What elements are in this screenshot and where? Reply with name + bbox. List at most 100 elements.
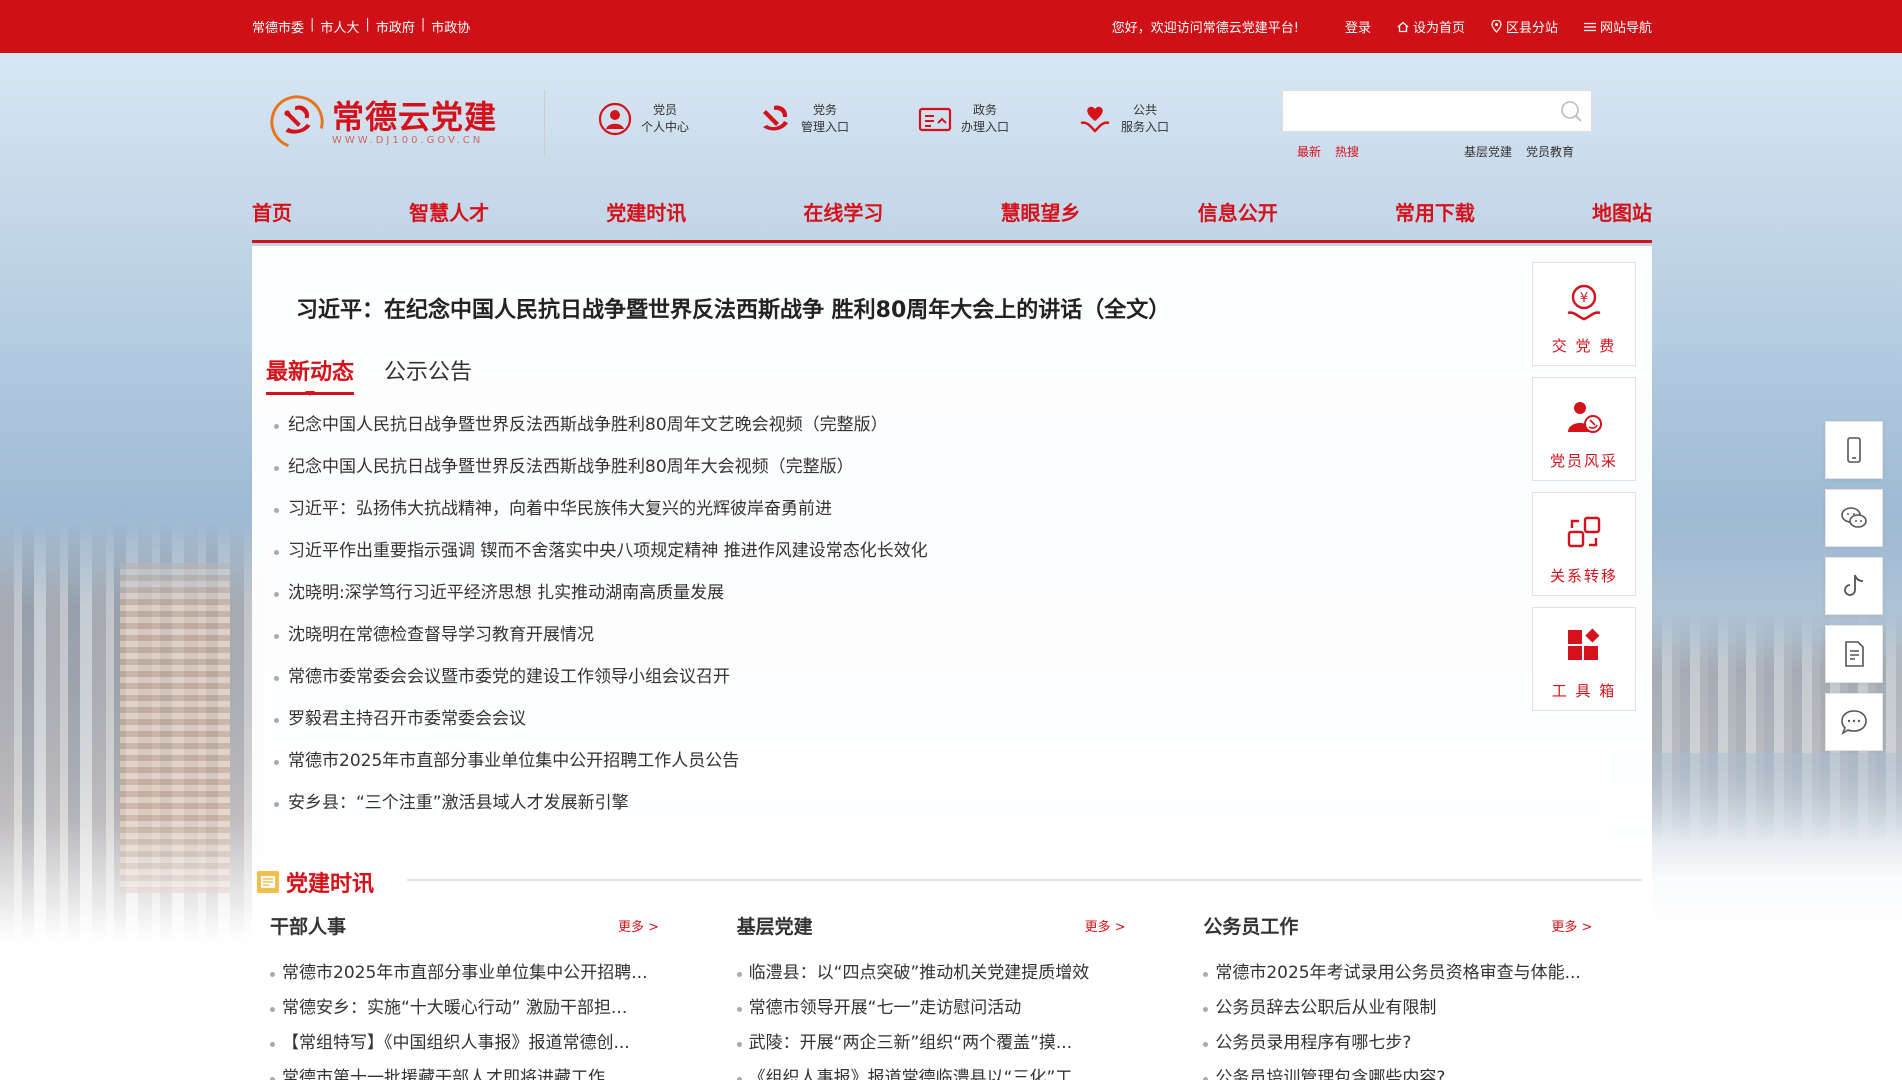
column-civil-servant: 公务员工作 更多 > 常德市2025年考试录用公务员资格审查与体能... 公务员… [1185,912,1652,1080]
list-item[interactable]: 常德市领导开展“七一”走访慰问活动 [736,991,1186,1026]
list-item[interactable]: 《组织人事报》报道常德临澧县以“三化”工... [736,1061,1186,1080]
list-item[interactable]: 习近平：弘扬伟大抗战精神，向着中华民族伟大复兴的光辉彼岸奋勇前进 [272,488,928,530]
section-title: 党建时讯 [256,866,374,898]
more-link[interactable]: 更多 > [1551,916,1592,935]
more-link[interactable]: 更多 > [618,916,659,935]
login-link[interactable]: 登录 [1345,17,1371,36]
card-pay-dues[interactable]: ¥ 交 党 费 [1532,262,1636,366]
entry-member-center[interactable]: 党员 个人中心 [597,101,689,137]
more-link[interactable]: 更多 > [1085,916,1126,935]
party-emblem-icon [270,95,324,149]
heart-hand-icon [1080,106,1110,133]
nav-home[interactable]: 首页 [252,193,292,233]
logo-title: 常德云党建 [332,97,498,136]
list-item[interactable]: 习近平作出重要指示强调 锲而不舍落实中央八项规定精神 推进作风建设常态化长效化 [272,530,928,572]
site-nav-label: 网站导航 [1599,21,1652,36]
list-item[interactable]: 常德市委常委会会议暨市委党的建设工作领导小组会议召开 [272,656,928,698]
tab-announcements[interactable]: 公示公告 [384,354,472,395]
nav-downloads[interactable]: 常用下载 [1395,193,1475,233]
list-item[interactable]: 常德市2025年考试录用公务员资格审查与体能... [1203,956,1652,991]
list-item[interactable]: 沈晓明在常德检查督导学习教育开展情况 [272,614,928,656]
entry-party-affairs[interactable]: 党务 管理入口 [757,101,849,137]
list-item[interactable]: 常德市第十一批援藏干部人才即将进藏工作 [270,1061,719,1080]
link-cppcc[interactable]: 市政协 [431,17,470,36]
search-box [1282,90,1592,132]
list-item[interactable]: 公务员录用程序有哪七步? [1203,1026,1652,1061]
main-nav: 首页 智慧人才 党建时讯 在线学习 慧眼望乡 信息公开 常用下载 地图站 [252,193,1652,243]
list-item[interactable]: 安乡县：“三个注重”激活县域人才发展新引擎 [272,782,928,824]
wechat-button[interactable] [1825,489,1883,547]
douyin-button[interactable] [1825,557,1883,615]
county-site-label: 区县分站 [1505,21,1558,36]
floating-toolbar [1825,421,1883,761]
county-site-link[interactable]: 区县分站 [1491,17,1558,36]
news-section: 党建时讯 干部人事 更多 > 常德市2025年市直部分事业单位集中公开招聘...… [252,862,1652,1080]
list-item[interactable]: 纪念中国人民抗日战争暨世界反法西斯战争胜利80周年大会视频（完整版） [272,446,928,488]
entry-portals: 党员 个人中心 党务 管理入口 政务 办理入口 公共服务入口 [597,101,1169,137]
list-item[interactable]: 公务员辞去公职后从业有限制 [1203,991,1652,1026]
document-button[interactable] [1825,625,1883,683]
location-pin-icon [1491,20,1502,33]
tiktok-icon [1844,574,1864,596]
card-relation-transfer[interactable]: 关系转移 [1532,492,1636,596]
header: 常德云党建 WWW.DJ100.GOV.CN 党员 个人中心 党务 管理入口 政务办… [252,53,1652,173]
member-emblem-icon [1568,402,1602,433]
entry-label-2: 服务入口 [1121,120,1170,134]
entry-public-service[interactable]: 公共 服务入口 [1077,101,1169,137]
set-home-link[interactable]: 设为首页 [1397,17,1465,36]
entry-gov-affairs[interactable]: 政务 办理入口 [917,101,1009,137]
link-gov[interactable]: 市政府 [376,17,415,36]
card-member-style[interactable]: 党员风采 [1532,377,1636,481]
hot-search-tags: 最新 热搜 [1297,143,1359,160]
list-item[interactable]: 沈晓明:深学笃行习近平经济思想 扎实推动湖南高质量发展 [272,572,928,614]
document-edit-icon [1845,641,1864,667]
list-item[interactable]: 罗毅君主持召开市委常委会会议 [272,698,928,740]
nav-online-learning[interactable]: 在线学习 [803,193,883,233]
section-columns: 干部人事 更多 > 常德市2025年市直部分事业单位集中公开招聘... 常德安乡… [252,912,1652,1080]
site-nav-link[interactable]: 网站导航 [1583,17,1652,36]
nav-info-public[interactable]: 信息公开 [1198,193,1278,233]
chat-button[interactable] [1825,693,1883,751]
set-home-label: 设为首页 [1412,21,1465,36]
list-item[interactable]: 公务员培训管理包含哪些内容? [1203,1061,1652,1080]
nav-hometown[interactable]: 慧眼望乡 [1001,193,1081,233]
yuan-hand-icon: ¥ [1567,284,1601,321]
quick-links: 基层党建 党员教育 [1464,143,1574,160]
transfer-icon [1567,516,1601,548]
entry-label-1: 党务 [813,103,838,117]
mobile-button[interactable] [1825,421,1883,479]
entry-label-2: 办理入口 [961,120,1010,134]
list-item[interactable]: 临澧县：以“四点突破”推动机关党建提质增效 [736,956,1186,991]
list-item[interactable]: 常德市2025年市直部分事业单位集中公开招聘工作人员公告 [272,740,928,782]
nav-news[interactable]: 党建时讯 [606,193,686,233]
tag-hot[interactable]: 热搜 [1335,143,1359,160]
link-city-committee[interactable]: 常德市委 [252,17,304,36]
section-title-text: 党建时讯 [286,872,375,897]
list-item[interactable]: 纪念中国人民抗日战争暨世界反法西斯战争胜利80周年文艺晚会视频（完整版） [272,404,928,446]
main-panel: 习近平：在纪念中国人民抗日战争暨世界反法西斯战争 胜利80周年大会上的讲话（全文… [252,246,1652,866]
card-toolbox[interactable]: 工 具 箱 [1532,607,1636,711]
headline-link[interactable]: 习近平：在纪念中国人民抗日战争暨世界反法西斯战争 胜利80周年大会上的讲话（全文… [296,292,1170,324]
nav-talent[interactable]: 智慧人才 [409,193,489,233]
tag-latest[interactable]: 最新 [1297,143,1321,160]
card-label: 党员风采 [1549,452,1618,470]
wechat-icon [1841,507,1867,528]
quick-link-grassroots[interactable]: 基层党建 [1464,143,1512,160]
column-grassroots: 基层党建 更多 > 临澧县：以“四点突破”推动机关党建提质增效 常德市领导开展“… [719,912,1186,1080]
list-item[interactable]: 武陵：开展“两企三新”组织“两个覆盖”摸... [736,1026,1186,1061]
nav-map[interactable]: 地图站 [1592,193,1652,233]
tab-latest[interactable]: 最新动态 [266,354,355,396]
welcome-text: 您好，欢迎访问常德云党建平台! [1111,21,1299,36]
list-item[interactable]: 常德市2025年市直部分事业单位集中公开招聘... [270,956,719,991]
hammer-sickle-icon [763,105,789,131]
search-icon[interactable] [1559,99,1583,123]
link-npc[interactable]: 市人大 [320,17,359,36]
quick-link-education[interactable]: 党员教育 [1526,143,1574,160]
city-skyline-left [0,523,270,943]
home-icon [1397,21,1409,32]
entry-label-1: 公共 [1133,103,1158,117]
list-item[interactable]: 【常组特写】《中国组织人事报》报道常德创... [270,1026,719,1061]
site-logo[interactable]: 常德云党建 WWW.DJ100.GOV.CN [268,93,497,151]
search-input[interactable] [1283,91,1543,131]
list-item[interactable]: 常德安乡：实施“十大暖心行动” 激励干部担... [270,991,719,1026]
